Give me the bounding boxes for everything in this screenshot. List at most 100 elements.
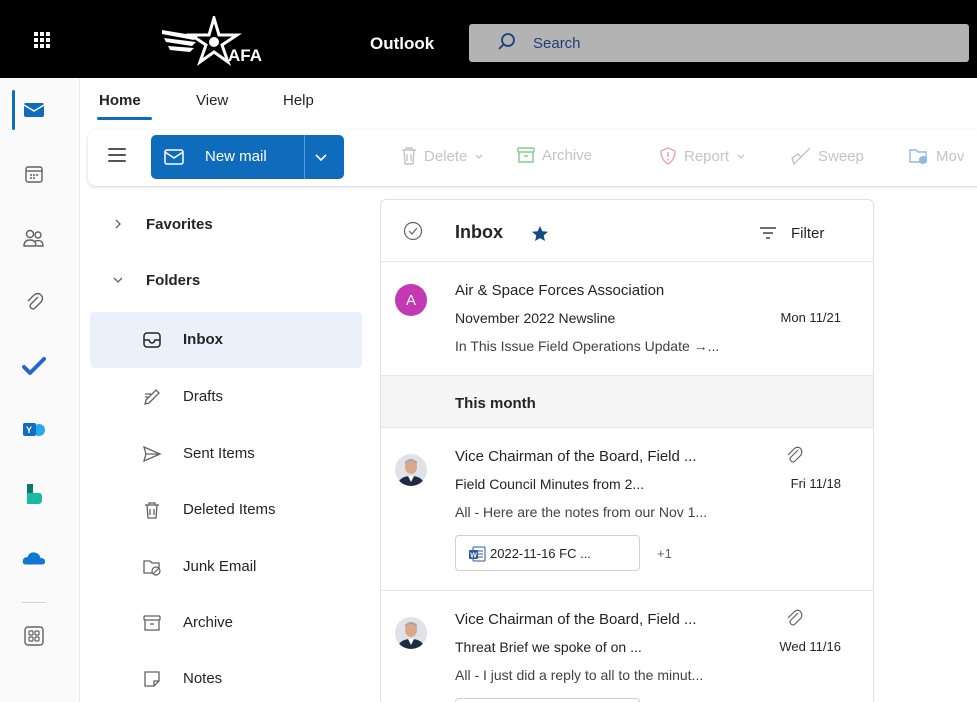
app-rail: Y bbox=[0, 78, 80, 702]
tab-active-underline bbox=[97, 117, 152, 120]
inbox-icon bbox=[143, 332, 161, 348]
message-subject: November 2022 Newsline bbox=[455, 310, 616, 326]
move-label: Mov bbox=[936, 147, 965, 165]
avatar bbox=[395, 454, 427, 486]
chevron-down-icon bbox=[113, 277, 123, 283]
folder-label: Drafts bbox=[183, 388, 224, 405]
yammer-icon[interactable]: Y bbox=[22, 418, 46, 442]
app-name[interactable]: Outlook bbox=[370, 34, 434, 54]
avatar bbox=[395, 617, 427, 649]
message-sender: Vice Chairman of the Board, Field ... bbox=[455, 611, 697, 628]
message-item[interactable]: Vice Chairman of the Board, Field ... Th… bbox=[381, 591, 873, 702]
favorite-star-icon[interactable] bbox=[531, 225, 549, 243]
favorites-label: Favorites bbox=[146, 216, 213, 233]
shield-warning-icon bbox=[660, 147, 676, 165]
search-input[interactable]: Search bbox=[533, 35, 581, 52]
more-attachments-count[interactable]: +1 bbox=[657, 546, 672, 561]
attachment-chip[interactable]: W 2022-11-16 FC ... bbox=[455, 535, 640, 571]
chevron-down-icon bbox=[475, 154, 483, 159]
new-mail-button[interactable]: New mail bbox=[151, 135, 344, 179]
afa-logo[interactable]: AFA bbox=[158, 16, 268, 70]
folder-label: Sent Items bbox=[183, 445, 255, 462]
report-button[interactable]: Report bbox=[658, 146, 747, 166]
tab-home[interactable]: Home bbox=[99, 92, 141, 109]
search-box[interactable]: Search bbox=[469, 24, 969, 62]
folder-notes[interactable]: Notes bbox=[90, 651, 362, 702]
svg-text:W: W bbox=[470, 552, 477, 559]
trash-icon bbox=[145, 502, 159, 519]
move-button[interactable]: Mov bbox=[908, 146, 964, 166]
archive-button[interactable]: Archive bbox=[516, 146, 592, 164]
filter-icon[interactable] bbox=[759, 226, 777, 240]
attachment-icon[interactable] bbox=[22, 290, 46, 314]
attachment-icon bbox=[787, 609, 803, 626]
avatar: A bbox=[395, 284, 427, 316]
svg-text:Y: Y bbox=[26, 425, 32, 435]
folder-title: Inbox bbox=[455, 222, 503, 242]
message-preview: All - Here are the notes from our Nov 1.… bbox=[455, 504, 708, 520]
mail-icon[interactable] bbox=[22, 98, 46, 122]
search-icon bbox=[498, 33, 515, 50]
folders-header[interactable]: Folders bbox=[90, 255, 362, 311]
message-sender: Air & Space Forces Association bbox=[455, 282, 665, 299]
message-list: Inbox Filter A Air & Space Forces Associ… bbox=[380, 199, 874, 702]
folder-label: Notes bbox=[183, 670, 223, 687]
delete-button[interactable]: Delete bbox=[400, 146, 485, 166]
split-divider bbox=[304, 135, 305, 179]
archive-icon bbox=[143, 615, 161, 631]
people-icon[interactable] bbox=[22, 226, 46, 250]
folder-label: Deleted Items bbox=[183, 501, 276, 518]
folders-label: Folders bbox=[146, 272, 201, 289]
select-all-checkbox-icon[interactable] bbox=[403, 221, 423, 241]
tab-view[interactable]: View bbox=[196, 92, 228, 109]
tab-help[interactable]: Help bbox=[283, 92, 314, 109]
folder-drafts[interactable]: Drafts bbox=[90, 369, 362, 425]
message-sender: Vice Chairman of the Board, Field ... bbox=[455, 448, 697, 465]
folder-label: Inbox bbox=[183, 331, 223, 348]
folder-archive[interactable]: Archive bbox=[90, 595, 362, 651]
favorites-header[interactable]: Favorites bbox=[90, 199, 362, 255]
chevron-down-icon bbox=[737, 154, 745, 159]
attachment-chip[interactable] bbox=[455, 698, 640, 702]
filter-button[interactable]: Filter bbox=[791, 225, 824, 242]
message-date: Wed 11/16 bbox=[779, 639, 841, 654]
onedrive-icon[interactable] bbox=[22, 546, 46, 570]
command-toolbar: New mail Delete Archive Report Sweep Mov bbox=[88, 130, 977, 186]
folder-sent-items[interactable]: Sent Items bbox=[90, 426, 362, 482]
archive-icon bbox=[517, 147, 535, 163]
message-item[interactable]: Vice Chairman of the Board, Field ... Fi… bbox=[381, 428, 873, 591]
new-mail-label: New mail bbox=[205, 148, 267, 165]
trash-icon bbox=[402, 147, 416, 165]
more-apps-icon[interactable] bbox=[22, 624, 46, 648]
hamburger-menu-icon[interactable] bbox=[108, 148, 126, 162]
folder-label: Junk Email bbox=[183, 558, 257, 575]
sweep-button[interactable]: Sweep bbox=[790, 146, 864, 166]
chevron-down-icon[interactable] bbox=[311, 147, 331, 167]
message-subject: Threat Brief we spoke of on ... bbox=[455, 639, 642, 655]
folder-deleted-items[interactable]: Deleted Items bbox=[90, 482, 362, 538]
folder-inbox[interactable]: Inbox bbox=[90, 312, 362, 368]
message-date: Mon 11/21 bbox=[780, 310, 841, 325]
app-launcher-grid-icon[interactable] bbox=[34, 32, 50, 48]
message-preview: In This Issue Field Operations Update →.… bbox=[455, 338, 720, 354]
mail-icon bbox=[164, 149, 184, 165]
calendar-icon[interactable] bbox=[22, 162, 46, 186]
report-label: Report bbox=[684, 147, 730, 165]
junk-folder-icon bbox=[143, 560, 161, 576]
active-indicator bbox=[12, 90, 15, 130]
attachment-icon bbox=[787, 446, 803, 463]
attachment-name: 2022-11-16 FC ... bbox=[490, 546, 591, 561]
note-icon bbox=[144, 671, 160, 687]
broom-icon bbox=[791, 147, 811, 166]
todo-check-icon[interactable] bbox=[22, 354, 46, 378]
archive-label: Archive bbox=[542, 146, 593, 164]
logo-text: AFA bbox=[228, 46, 262, 65]
message-preview: All - I just did a reply to all to the m… bbox=[455, 667, 704, 683]
message-item[interactable]: A Air & Space Forces Association Novembe… bbox=[381, 262, 873, 376]
folder-junk-email[interactable]: Junk Email bbox=[90, 539, 362, 595]
sweep-label: Sweep bbox=[818, 147, 864, 165]
ribbon-tabs: Home View Help bbox=[80, 78, 977, 124]
send-icon bbox=[142, 445, 162, 463]
bookings-icon[interactable] bbox=[22, 482, 46, 506]
group-label: This month bbox=[455, 395, 536, 412]
